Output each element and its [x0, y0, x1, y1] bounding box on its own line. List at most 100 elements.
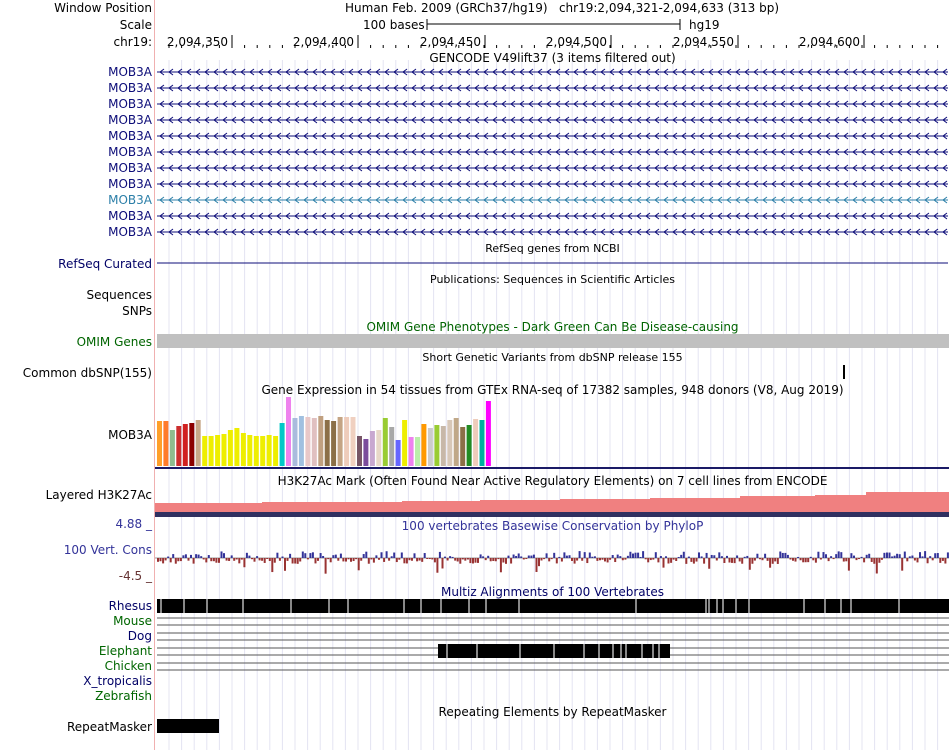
gtex-tissue-bar	[318, 416, 324, 466]
phylop-bar	[367, 558, 370, 564]
gtex-tissue-bar	[273, 436, 279, 466]
gtex-tissue-bar	[227, 430, 233, 466]
phylop-bar	[398, 558, 401, 560]
phylop-bar	[205, 558, 208, 563]
phylop-bar	[202, 558, 205, 560]
phylop-bar	[675, 558, 678, 561]
phylop-bar	[512, 554, 515, 558]
phylop-bar	[403, 558, 406, 564]
phylop-bar	[690, 558, 693, 562]
phylop-bar	[172, 554, 175, 558]
gtex-tissue-bar	[344, 417, 350, 466]
gtex-tissue-bar	[240, 433, 246, 466]
phylop-bar	[692, 558, 695, 564]
phylop-bar	[159, 558, 162, 562]
gtex-tissue-bar	[195, 420, 201, 466]
phylop-bar	[545, 553, 548, 558]
phylop-bar	[464, 558, 467, 561]
phylop-bar	[710, 554, 713, 558]
phylop-bar	[474, 558, 477, 563]
phylop-bar	[682, 551, 685, 558]
phylop-bar	[235, 558, 238, 560]
gtex-tissue-bar	[202, 436, 208, 466]
phylop-bar	[769, 558, 772, 568]
phylop-bar	[352, 558, 355, 562]
phylop-bar	[911, 555, 914, 558]
phylop-bar	[919, 552, 921, 558]
phylop-bar	[383, 558, 386, 562]
rhesus-gap	[850, 599, 852, 613]
phylop-bar	[230, 555, 233, 558]
phylop-bar	[489, 558, 492, 562]
phylop-bar	[207, 555, 210, 558]
phylop-bar	[251, 558, 253, 560]
rhesus-gap	[206, 599, 208, 613]
phylop-bar	[565, 555, 568, 558]
phylop-bar	[433, 558, 436, 563]
phylop-bar	[167, 556, 170, 558]
phylop-bar	[629, 551, 632, 558]
elephant-gap	[652, 644, 654, 658]
phylop-bar	[764, 553, 767, 558]
phylop-bar	[698, 552, 700, 558]
phylop-bar	[921, 556, 924, 558]
phylop-bar	[789, 558, 792, 560]
phylop-bar	[304, 553, 307, 558]
gtex-tissue-bar	[473, 419, 479, 466]
gtex-tissue-bar	[331, 421, 337, 466]
rhesus-gap	[708, 599, 710, 613]
rhesus-gap	[898, 599, 900, 613]
phylop-bar	[540, 558, 543, 561]
phylop-bar	[878, 558, 881, 563]
phylop-bar	[817, 551, 820, 558]
phylop-bar	[677, 556, 680, 558]
phylop-bar	[842, 558, 845, 562]
phylop-bar	[228, 558, 231, 561]
gtex-tissue-bar	[485, 401, 491, 466]
phylop-bar	[700, 556, 703, 558]
rhesus-gap	[403, 599, 405, 613]
phylop-bar	[634, 552, 637, 558]
gtex-tissue-bar	[363, 439, 369, 466]
phylop-bar	[385, 551, 388, 558]
rhesus-gap	[440, 599, 442, 613]
phylop-bar	[588, 552, 591, 558]
phylop-bar	[238, 558, 241, 564]
phylop-bar	[639, 556, 642, 558]
phylop-bar	[169, 558, 172, 563]
phylop-bar	[799, 558, 802, 561]
phylop-bar	[886, 552, 888, 558]
elephant-gap	[620, 644, 622, 658]
phylop-bar	[819, 558, 822, 560]
phylop-bar	[296, 558, 299, 564]
phylop-bar	[687, 556, 690, 558]
phylop-bar	[174, 558, 177, 564]
phylop-bar	[327, 558, 330, 560]
phylop-bar	[510, 558, 513, 564]
rhesus-gap	[824, 599, 826, 613]
phylop-bar	[746, 555, 749, 558]
phylop-bar	[908, 556, 911, 558]
gtex-tissue-bar	[266, 435, 272, 466]
gtex-tissue-bar	[163, 421, 169, 466]
phylop-bar	[273, 558, 276, 563]
phylop-bar	[319, 553, 322, 558]
h3k27ac-baseline-band	[155, 512, 949, 517]
phylop-bar	[916, 558, 919, 563]
phylop-bar	[847, 558, 850, 571]
phylop-bar	[426, 558, 429, 560]
genome-browser-image[interactable]: Window Position Scale chr19: Human Feb. …	[0, 0, 950, 750]
phylop-bar	[946, 552, 949, 558]
phylop-bar	[271, 558, 274, 573]
phylop-bar	[713, 555, 716, 558]
gtex-tissue-bar	[369, 431, 375, 466]
phylop-bar	[553, 552, 556, 558]
rhesus-gap	[635, 599, 637, 613]
phylop-bar	[555, 558, 558, 564]
phylop-bar	[469, 558, 472, 564]
phylop-bar	[339, 553, 342, 558]
phylop-bar	[814, 558, 817, 563]
phylop-bar	[753, 558, 756, 561]
phylop-bar	[794, 558, 797, 562]
phylop-bar	[659, 556, 662, 558]
